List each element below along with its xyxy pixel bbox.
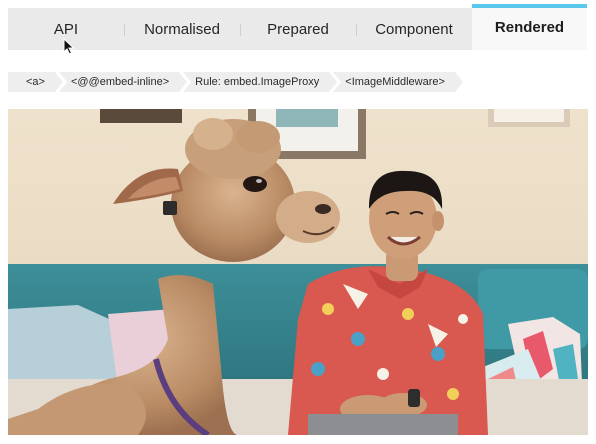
rendered-image[interactable] (8, 109, 588, 435)
breadcrumb-item-label: <@@embed-inline> (70, 76, 170, 88)
tab-normalised-label: Normalised (144, 20, 220, 38)
tab-bar: API Normalised Prepared Component Render… (8, 4, 587, 50)
breadcrumb-item-rule[interactable]: Rule: embed.ImageProxy (183, 72, 338, 92)
breadcrumb: <a> <@@embed-inline> Rule: embed.ImagePr… (8, 72, 463, 92)
breadcrumb-item-label: Rule: embed.ImageProxy (195, 76, 320, 88)
tab-component[interactable]: Component (356, 8, 472, 50)
breadcrumb-item-label: <a> (26, 76, 45, 88)
mouse-pointer-icon (63, 38, 75, 55)
tab-rendered-label: Rendered (494, 19, 565, 36)
tab-prepared[interactable]: Prepared (240, 8, 356, 50)
tab-component-label: Component (375, 20, 453, 38)
tab-api-label: API (53, 20, 79, 38)
breadcrumb-item-embed-inline[interactable]: <@@embed-inline> (58, 72, 188, 92)
breadcrumb-item-image-middleware[interactable]: <ImageMiddleware> (333, 72, 463, 92)
breadcrumb-item-label: <ImageMiddleware> (345, 76, 445, 88)
alpaca-photo-illustration (8, 109, 588, 435)
breadcrumb-item-a[interactable]: <a> (8, 72, 63, 92)
tab-rendered[interactable]: Rendered (472, 4, 587, 50)
tab-prepared-label: Prepared (267, 20, 329, 38)
tab-normalised[interactable]: Normalised (124, 8, 240, 50)
